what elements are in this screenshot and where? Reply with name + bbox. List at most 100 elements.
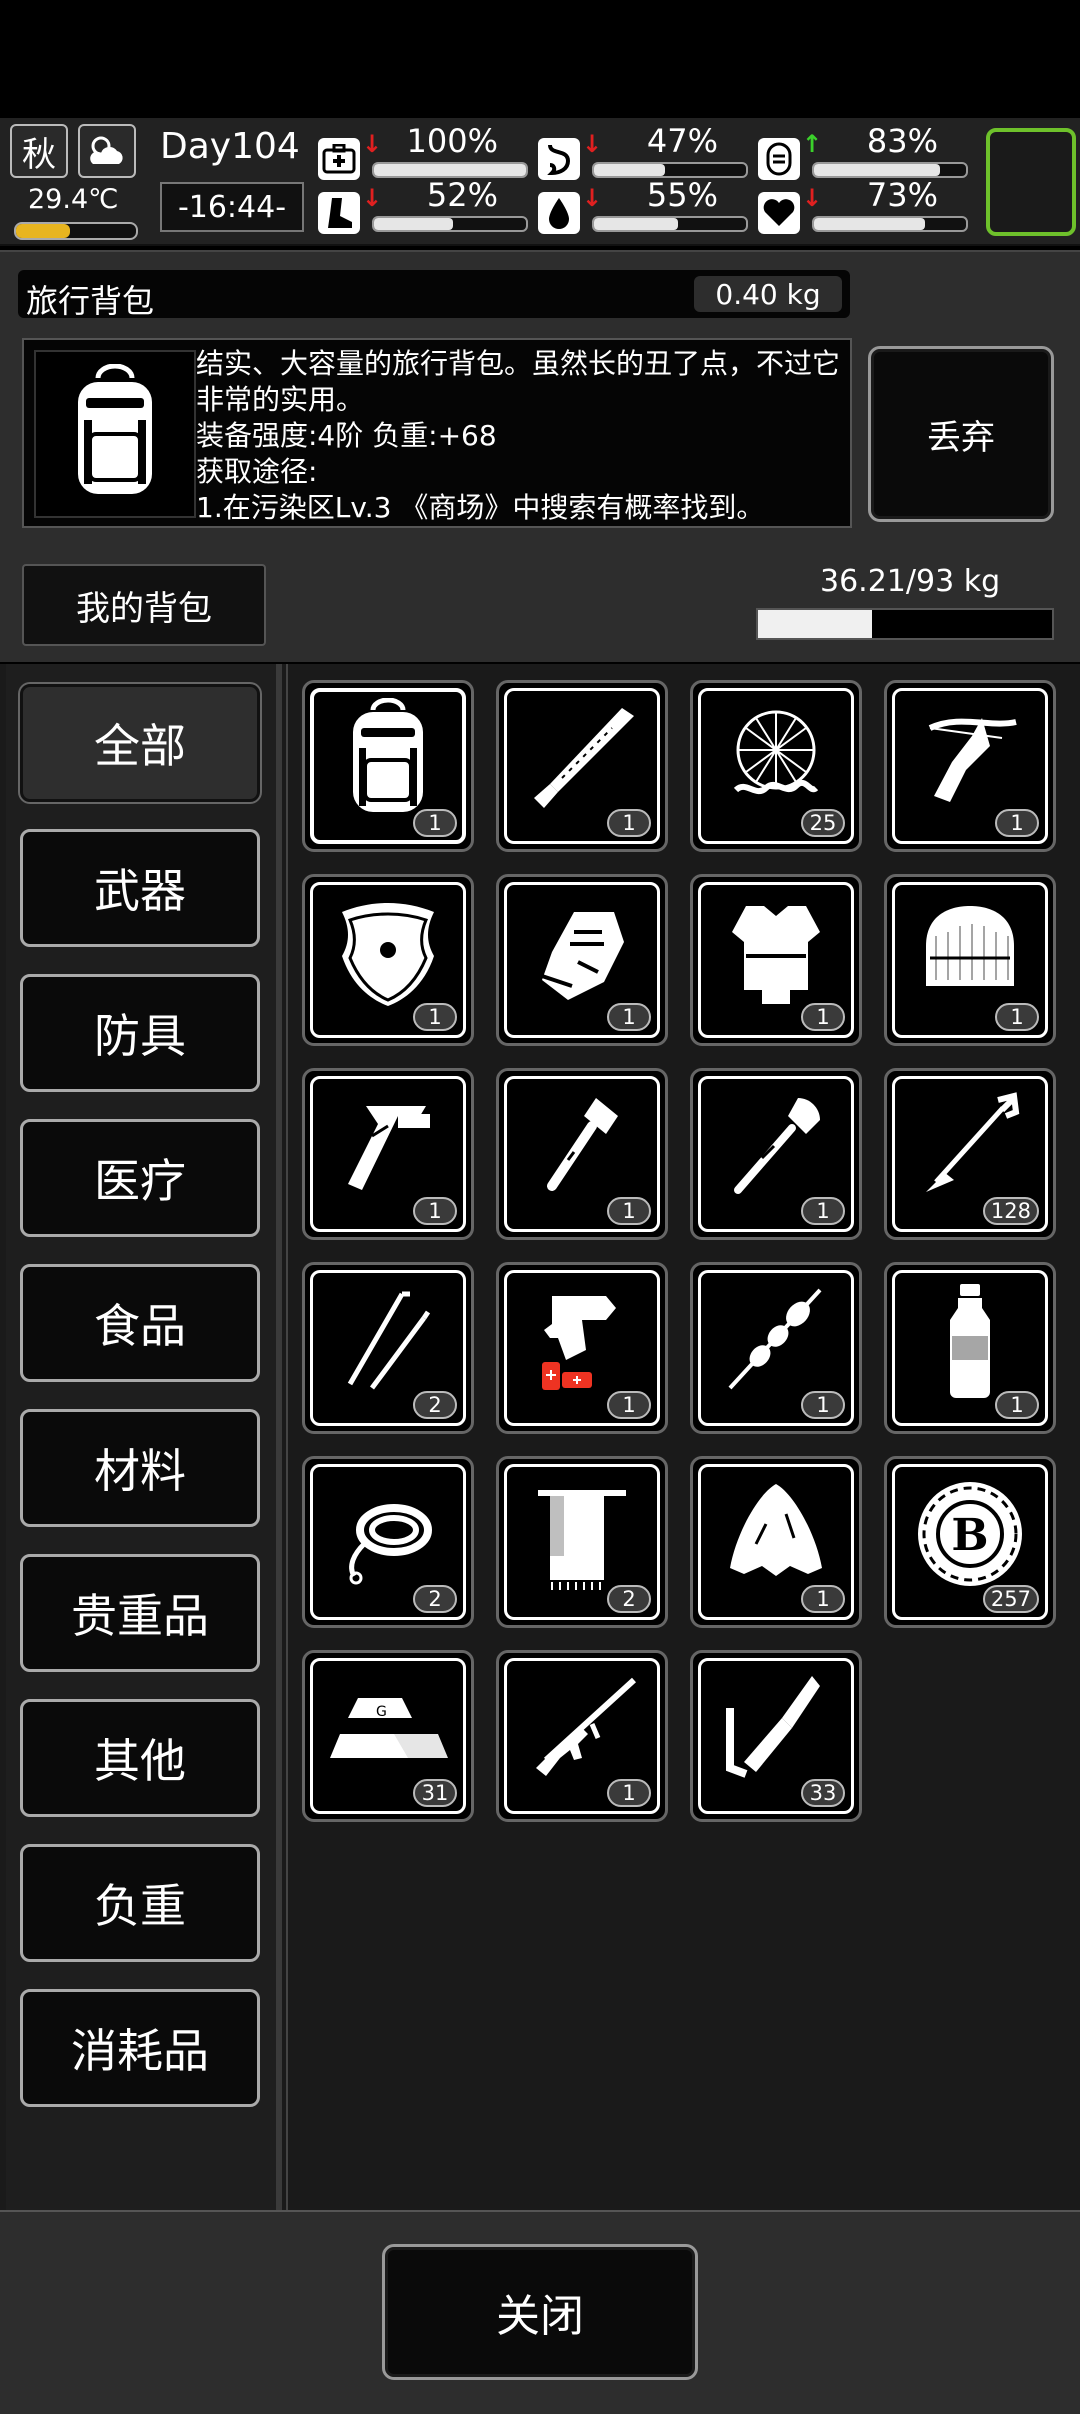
item-slot[interactable]: 1 — [496, 680, 668, 852]
item-slot[interactable]: 1 — [884, 1262, 1056, 1434]
item-slot[interactable]: 1 — [302, 680, 474, 852]
hatchet-icon — [521, 1085, 643, 1207]
item-description: 结实、大容量的旅行背包。虽然长的丑了点，不过它非常的实用。 装备强度:4阶 负重… — [196, 347, 841, 524]
item-quantity: 25 — [801, 809, 845, 837]
item-slot[interactable]: 1 — [302, 874, 474, 1046]
stat-value: 55% — [646, 176, 718, 214]
category-tab[interactable]: 贵重品 — [20, 1554, 260, 1672]
category-tab[interactable]: 全部 — [20, 684, 260, 802]
my-backpack-tab[interactable]: 我的背包 — [22, 564, 266, 646]
stat-bar — [372, 216, 528, 232]
backpack-header: 我的背包 36.21/93 kg — [0, 542, 1080, 662]
item-quantity: 1 — [607, 1003, 651, 1031]
item-slot[interactable]: 2 — [496, 1456, 668, 1628]
category-tab[interactable]: 消耗品 — [20, 1989, 260, 2107]
mood-icon — [758, 138, 800, 180]
item-quantity: 1 — [995, 1391, 1039, 1419]
item-grid: 1 1 25 1 1 1 1 1 1 1 1 128 2 1 1 1 2 2 1 B 257 G 31 1 33 — [286, 664, 1080, 2210]
item-detail-panel: 旅行背包 0.40 kg 结实、大容量的旅行背包。虽然长的丑了点，不过它非常的实… — [0, 250, 1080, 544]
item-quantity: 1 — [607, 809, 651, 837]
gloves-icon — [521, 891, 643, 1013]
medkit-icon — [318, 138, 360, 180]
item-slot[interactable]: 33 — [690, 1650, 862, 1822]
item-name: 旅行背包 — [26, 282, 155, 320]
item-slot[interactable]: 1 — [690, 1068, 862, 1240]
item-slot[interactable]: 2 — [302, 1456, 474, 1628]
quick-slot[interactable] — [986, 128, 1076, 236]
shield-icon — [327, 891, 449, 1013]
item-slot[interactable]: 1 — [496, 1650, 668, 1822]
item-slot[interactable]: B 257 — [884, 1456, 1056, 1628]
item-quantity: 1 — [607, 1197, 651, 1225]
item-quantity: 1 — [995, 1003, 1039, 1031]
item-slot[interactable]: 1 — [884, 680, 1056, 852]
rope-icon — [327, 1473, 449, 1595]
fur-hat-icon — [909, 891, 1031, 1013]
item-quantity: 1 — [801, 1391, 845, 1419]
water-bottle-icon — [909, 1279, 1031, 1401]
item-slot[interactable]: 1 — [496, 874, 668, 1046]
foot-icon — [318, 192, 360, 234]
item-quantity: 2 — [607, 1585, 651, 1613]
stat-bar — [812, 216, 968, 232]
item-quantity: 33 — [801, 1779, 845, 1807]
temperature-bar — [14, 222, 138, 240]
item-slot[interactable]: 1 — [496, 1068, 668, 1240]
gold-bar-icon: G — [327, 1667, 449, 1789]
item-quantity: 128 — [982, 1197, 1039, 1225]
item-slot[interactable]: 1 — [496, 1262, 668, 1434]
item-quantity: 1 — [801, 1003, 845, 1031]
inventory-body: 全部 武器 防具 医疗 食品 材料 贵重品 其他 负重 消耗品 1 1 25 1 1 1 1 1 1 1 1 128 2 1… — [0, 664, 1080, 2210]
season-label: 秋 — [22, 134, 56, 175]
category-tab[interactable]: 食品 — [20, 1264, 260, 1382]
category-sidebar: 全部武器防具医疗食品材料贵重品其他负重消耗品 — [6, 664, 282, 2210]
temperature-readout: 29.4℃ — [28, 184, 119, 215]
item-slot[interactable]: 128 — [884, 1068, 1056, 1240]
crossbow-icon — [909, 697, 1031, 819]
item-quantity: 1 — [413, 1003, 457, 1031]
item-quantity: 1 — [607, 1391, 651, 1419]
arrow-icon — [909, 1085, 1031, 1207]
game-clock: -16:44- — [160, 182, 304, 232]
item-quantity: 1 — [801, 1197, 845, 1225]
item-slot[interactable]: G 31 — [302, 1650, 474, 1822]
stat-value: 73% — [866, 176, 938, 214]
coin-icon: B — [909, 1473, 1031, 1595]
item-name-bar: 旅行背包 0.40 kg — [18, 270, 850, 320]
item-quantity: 1 — [801, 1585, 845, 1613]
category-tab[interactable]: 武器 — [20, 829, 260, 947]
category-tab[interactable]: 防具 — [20, 974, 260, 1092]
machete-icon — [521, 697, 643, 819]
item-slot[interactable]: 25 — [690, 680, 862, 852]
item-slot[interactable]: 1 — [690, 1456, 862, 1628]
weather-icon — [78, 124, 136, 178]
close-button[interactable]: 关闭 — [382, 2244, 698, 2380]
category-tab[interactable]: 医疗 — [20, 1119, 260, 1237]
stat-value: 83% — [866, 122, 938, 160]
heart-icon — [758, 192, 800, 234]
item-slot[interactable]: 1 — [884, 874, 1056, 1046]
shovel-icon — [715, 1085, 837, 1207]
item-quantity: 31 — [413, 1779, 457, 1807]
category-tab[interactable]: 负重 — [20, 1844, 260, 1962]
stat-bar — [592, 216, 748, 232]
skewer-icon — [715, 1279, 837, 1401]
item-description-box: 结实、大容量的旅行背包。虽然长的丑了点，不过它非常的实用。 装备强度:4阶 负重… — [22, 338, 852, 528]
item-slot[interactable]: 1 — [690, 1262, 862, 1434]
season-badge: 秋 — [10, 124, 68, 178]
category-tab[interactable]: 材料 — [20, 1409, 260, 1527]
item-quantity: 1 — [607, 1779, 651, 1807]
lockpick-icon — [327, 1279, 449, 1401]
category-tab[interactable]: 其他 — [20, 1699, 260, 1817]
rifle-icon — [521, 1667, 643, 1789]
svg-text:B: B — [951, 1510, 988, 1561]
day-counter: Day104 — [160, 126, 300, 167]
multitool-icon — [327, 1085, 449, 1207]
discard-button[interactable]: 丢弃 — [868, 346, 1054, 522]
item-slot[interactable]: 1 — [302, 1068, 474, 1240]
item-slot[interactable]: 2 — [302, 1262, 474, 1434]
item-slot[interactable]: 1 — [690, 874, 862, 1046]
item-quantity: 1 — [413, 1197, 457, 1225]
status-bar: 秋 29.4℃ Day104 -16:44- ↓ 100% ↓ 47% ↑ 83% ↓ 52%… — [0, 118, 1080, 246]
item-quantity: 2 — [413, 1391, 457, 1419]
